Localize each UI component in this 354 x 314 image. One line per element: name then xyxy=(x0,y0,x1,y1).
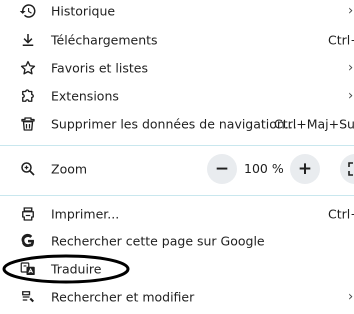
shortcut-label: Ctrl+ xyxy=(328,206,354,222)
star-icon xyxy=(19,59,37,77)
shortcut-label: Ctrl+Maj+Supp xyxy=(274,116,354,132)
google-icon xyxy=(19,232,37,250)
shortcut-label: Ctrl+ xyxy=(328,32,354,48)
menu-item-label: Supprimer les données de navigation... xyxy=(51,116,297,132)
menu-item-label: Historique xyxy=(51,3,116,19)
menu-item-search-google[interactable]: Rechercher cette page sur Google xyxy=(0,228,354,254)
menu-item-label: Rechercher et modifier xyxy=(51,289,195,305)
fullscreen-icon xyxy=(348,162,353,176)
menu-item-translate[interactable]: Traduire xyxy=(0,256,354,282)
zoom-label: Zoom xyxy=(51,161,88,177)
zoom-in-button[interactable]: + xyxy=(290,154,320,184)
chevron-right-icon: › xyxy=(348,289,354,305)
chevron-right-icon: › xyxy=(348,60,354,76)
zoom-level-value: 100 % xyxy=(244,161,284,176)
menu-divider xyxy=(0,145,354,146)
menu-item-clear-data[interactable]: Supprimer les données de navigation... C… xyxy=(0,111,354,137)
menu-item-bookmarks[interactable]: Favoris et listes › xyxy=(0,55,354,81)
menu-divider xyxy=(0,195,354,196)
find-edit-icon xyxy=(19,288,37,306)
menu-item-label: Extensions xyxy=(51,88,119,104)
menu-item-history[interactable]: Historique › xyxy=(0,0,354,24)
extension-icon xyxy=(19,87,37,105)
menu-item-find-edit[interactable]: Rechercher et modifier › xyxy=(0,284,354,310)
menu-item-extensions[interactable]: Extensions › xyxy=(0,83,354,109)
menu-item-label: Favoris et listes xyxy=(51,60,148,76)
menu-item-label: Téléchargements xyxy=(51,32,158,48)
chevron-right-icon: › xyxy=(348,88,354,104)
menu-item-label: Imprimer... xyxy=(51,206,120,222)
menu-item-label: Traduire xyxy=(51,261,102,277)
chrome-main-menu: Historique › Téléchargements Ctrl+ Favor… xyxy=(0,0,354,314)
zoom-out-button[interactable]: − xyxy=(207,154,237,184)
history-icon xyxy=(19,2,37,20)
zoom-icon xyxy=(19,160,37,178)
download-icon xyxy=(19,31,37,49)
menu-item-label: Rechercher cette page sur Google xyxy=(51,233,265,249)
print-icon xyxy=(19,205,37,223)
menu-item-downloads[interactable]: Téléchargements Ctrl+ xyxy=(0,27,354,53)
trash-icon xyxy=(19,115,37,133)
menu-item-print[interactable]: Imprimer... Ctrl+ xyxy=(0,201,354,227)
chevron-right-icon: › xyxy=(348,3,354,19)
translate-icon xyxy=(19,260,37,278)
